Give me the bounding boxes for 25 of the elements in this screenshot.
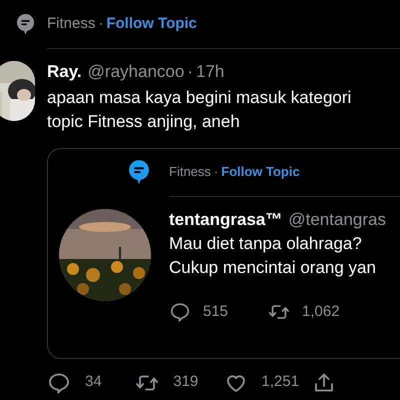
topic-name[interactable]: Fitness xyxy=(47,12,96,36)
action-count: 1,251 xyxy=(262,372,300,392)
topic-icon xyxy=(128,158,150,186)
follow-topic-link[interactable]: Follow Topic xyxy=(106,12,197,36)
quoted-tweet-card[interactable]: Fitness · Follow Topic tentangrasa™ @tentangras Mau diet tanpa olahraga? Cukup mencintai orang yan 515 1,062 xyxy=(47,148,400,358)
action-count: 1,062 xyxy=(302,302,340,322)
tweet-text-line: Mau diet tanpa olahraga? xyxy=(169,233,363,255)
follow-topic-link[interactable]: Follow Topic xyxy=(221,162,300,182)
action-count: 34 xyxy=(85,372,102,392)
tweet-text-line: Cukup mencintai orang yan xyxy=(169,257,377,279)
separator-dot: · xyxy=(214,163,218,182)
tweet-time: 17h xyxy=(196,61,224,83)
topic-name[interactable]: Fitness xyxy=(169,162,211,182)
user-handle[interactable]: @tentangras xyxy=(288,206,386,232)
action-count: 515 xyxy=(203,302,228,322)
user-handle[interactable]: @rayhancoo xyxy=(88,59,184,84)
display-name[interactable]: tentangrasa™ xyxy=(169,206,282,232)
reply-icon[interactable] xyxy=(47,370,71,394)
action-count: 319 xyxy=(173,372,198,392)
display-name[interactable]: Ray. xyxy=(47,59,82,84)
separator-dot: · xyxy=(187,61,193,83)
reply-icon[interactable] xyxy=(169,301,191,324)
topic-icon xyxy=(16,12,35,36)
separator-dot: · xyxy=(98,14,104,34)
tweet-text: apaan masa kaya begini masuk kategori topic Fitness anjing, aneh xyxy=(47,86,352,132)
